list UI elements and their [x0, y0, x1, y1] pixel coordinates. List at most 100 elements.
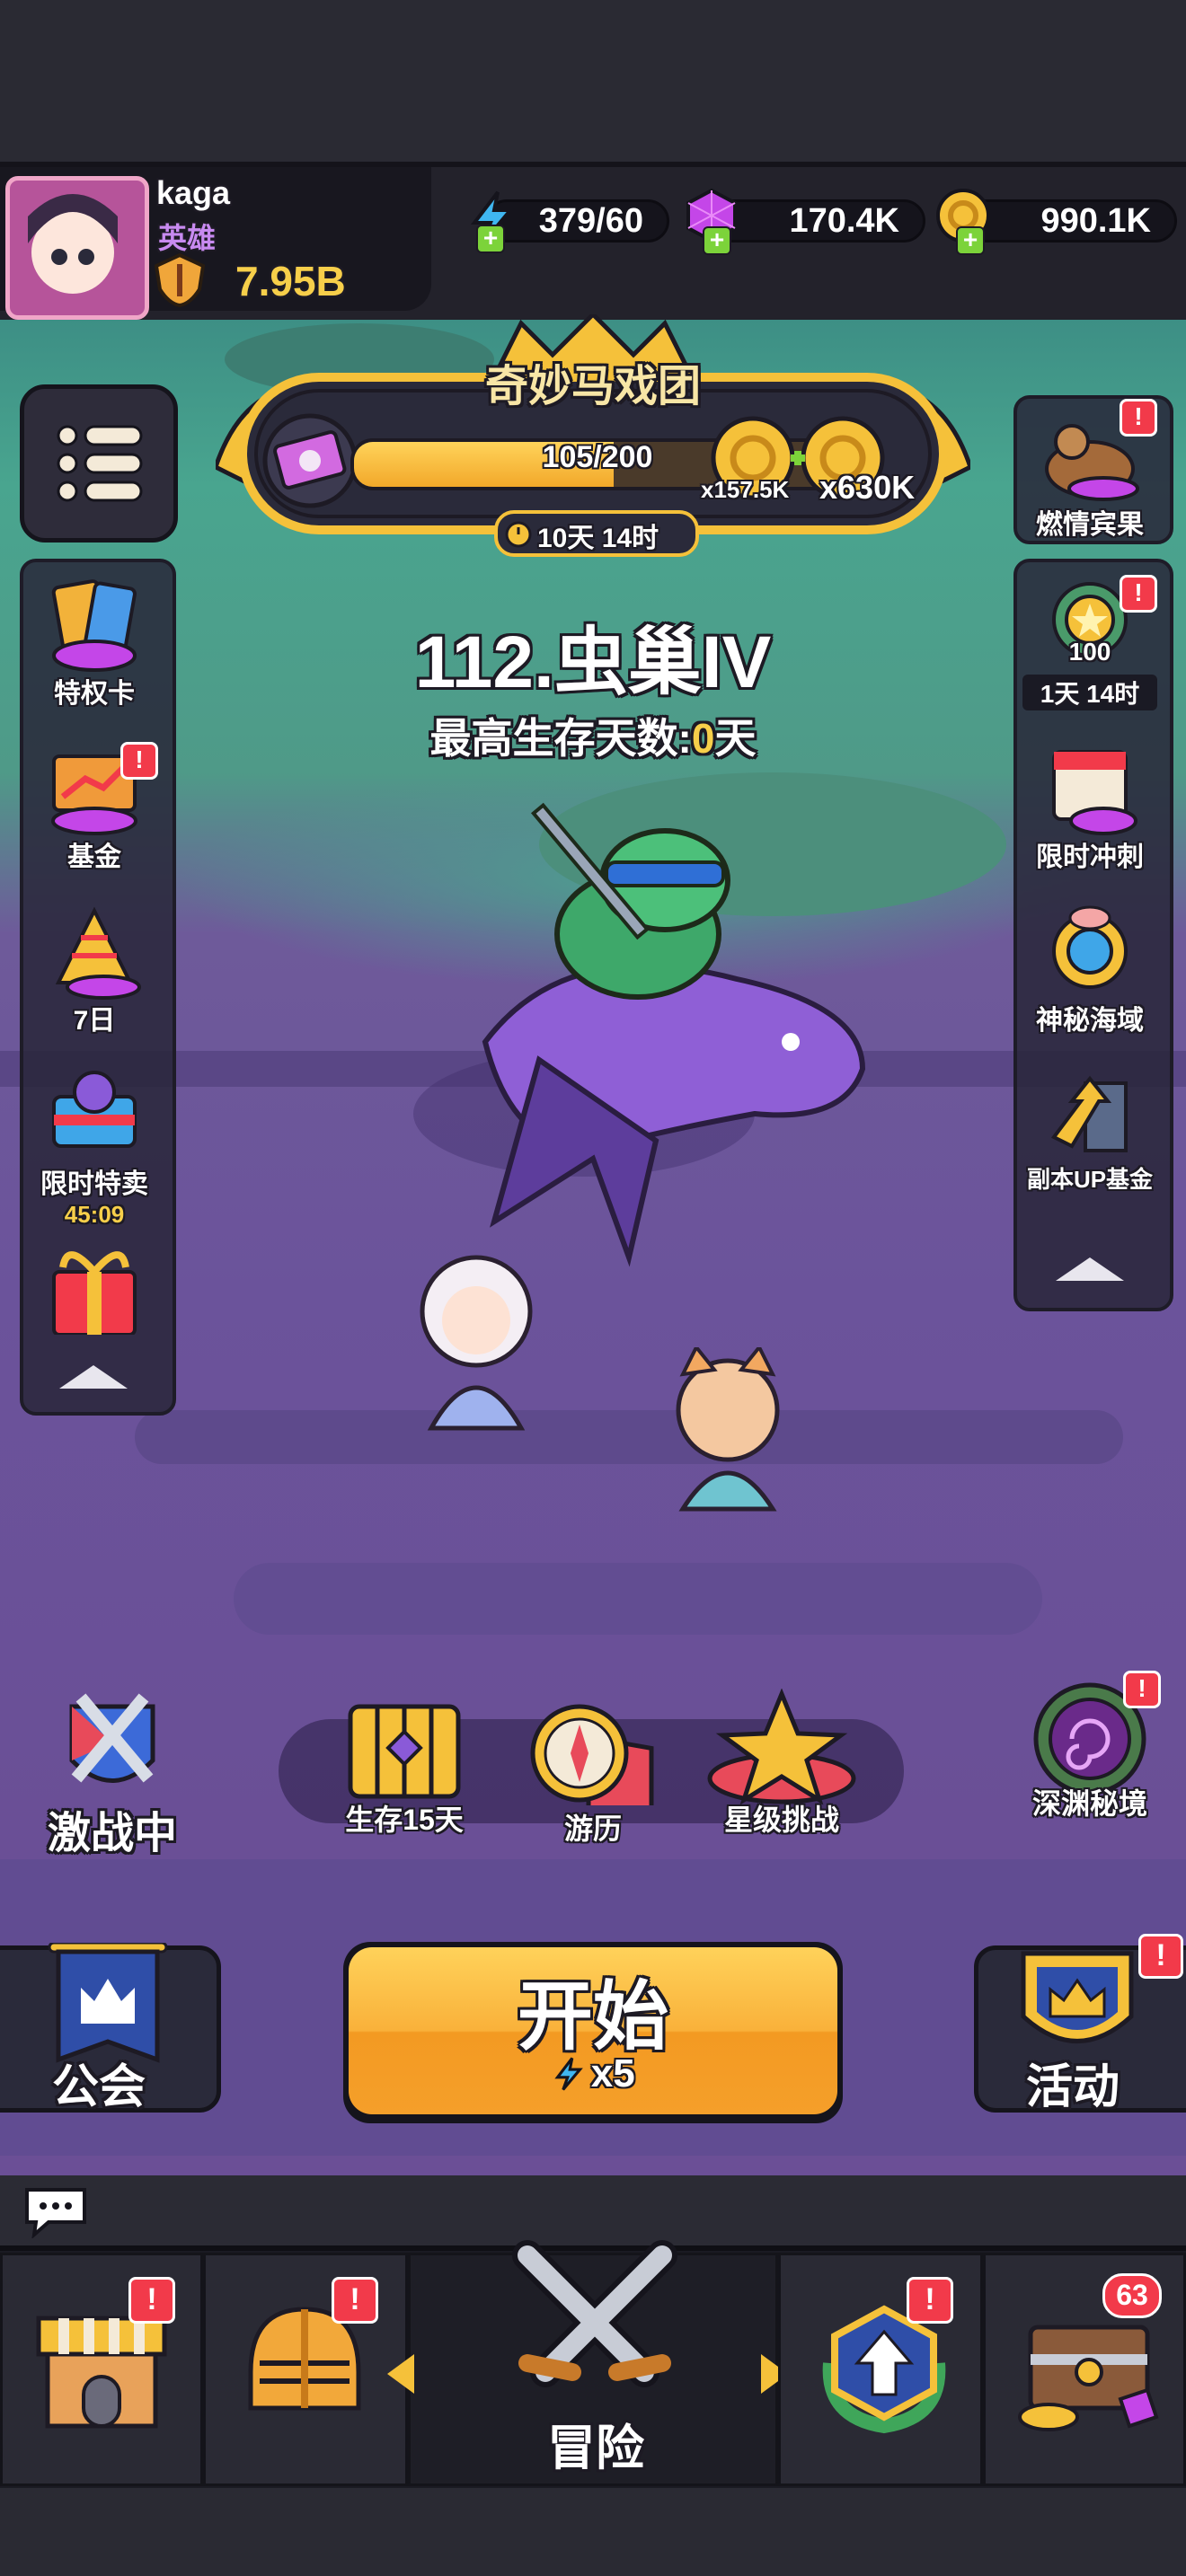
gem-counter[interactable]: 170.4K: [710, 199, 925, 243]
survival-label: 最高生存天数:: [429, 715, 692, 762]
start-label: 开始: [517, 1974, 668, 2059]
activity-alert-badge: !: [1138, 1934, 1183, 1979]
upgrade-alert-badge: !: [907, 2277, 953, 2324]
right-sidebar-collapse-button[interactable]: [1056, 1257, 1124, 1281]
equipment-alert-badge: !: [332, 2277, 378, 2324]
guild-button[interactable]: 公会: [0, 1943, 221, 2113]
coin-counter[interactable]: 990.1K: [963, 199, 1177, 243]
sidebar-item-bingo[interactable]: ! 燃情宾果: [1022, 399, 1157, 542]
star-cushion-icon: [707, 1688, 856, 1805]
hero-characters-illustration: [413, 802, 866, 1267]
mystic-sea-label: 神秘海域: [1036, 1006, 1144, 1036]
sidebar-item-dungeon-up-fund[interactable]: 副本UP基金: [1022, 1065, 1157, 1195]
coin-value: 990.1K: [1040, 201, 1151, 240]
start-cost-value: x5: [590, 2051, 635, 2095]
player-card[interactable]: kaga 英雄 7.95B: [0, 167, 431, 320]
sidebar-item-seven-day[interactable]: 7日: [27, 902, 162, 1037]
limited-sprint-label: 限时冲刺: [1036, 842, 1144, 872]
nav-tab-equipment[interactable]: !: [203, 2253, 408, 2486]
menu-button[interactable]: [20, 384, 178, 543]
left-sidebar-collapse-button[interactable]: [59, 1365, 128, 1389]
start-cost: x5: [343, 2051, 843, 2096]
start-button[interactable]: 开始 x5: [343, 1942, 843, 2123]
travel-button[interactable]: 游历: [512, 1698, 674, 1848]
sidebar-item-limited-sale[interactable]: 限时特卖 45:09: [27, 1065, 162, 1229]
nav-left-arrow-icon[interactable]: [387, 2354, 414, 2394]
limited-sale-timer: 45:09: [64, 1201, 125, 1228]
sidebar-item-mystic-sea[interactable]: 神秘海域: [1022, 902, 1157, 1037]
survival-days-value: 0: [691, 715, 715, 762]
seven-day-party-icon: [55, 906, 141, 1000]
seven-day-label: 7日: [73, 1006, 116, 1036]
energy-bolt-icon: [554, 2057, 584, 2091]
fox-girl-character: [676, 1347, 780, 1512]
gate-chest-icon: [348, 1704, 461, 1799]
gem-add-button[interactable]: +: [703, 226, 731, 255]
bottom-safe-area: [0, 2488, 1186, 2576]
stage-title: 112.虫巢IV: [414, 622, 772, 703]
avatar[interactable]: [5, 176, 149, 320]
compass-map-icon: [530, 1704, 654, 1823]
nav-tab-upgrade[interactable]: !: [778, 2253, 983, 2486]
privilege-card-label: 特权卡: [54, 679, 135, 709]
event-title: 奇妙马戏团: [484, 363, 701, 410]
event-timer-text: 10天 14时: [537, 524, 659, 553]
sidebar-item-gift[interactable]: [27, 1236, 162, 1335]
fund-label: 基金: [67, 842, 121, 872]
crossed-swords-shield-icon: [69, 1693, 155, 1783]
star-challenge-button[interactable]: 星级挑战: [696, 1688, 867, 1839]
stage-best-survival: 最高生存天数:0天: [0, 706, 1186, 765]
bingo-label: 燃情宾果: [1036, 510, 1144, 540]
travel-label: 游历: [563, 1813, 622, 1845]
privilege-card-icon: [51, 579, 137, 672]
shop-alert-badge: !: [128, 2277, 175, 2324]
sidebar-item-privilege-card[interactable]: 特权卡: [27, 575, 162, 710]
mystic-sea-icon: [1052, 905, 1128, 989]
event-timer: 10天 14时: [494, 510, 699, 557]
battle-status-label: 激战中: [47, 1810, 177, 1857]
power-shield-icon: [155, 253, 205, 307]
gift-box-icon: [52, 1251, 137, 1335]
nav-tab-treasure[interactable]: 63: [983, 2253, 1186, 2486]
sidebar-item-limited-sprint[interactable]: 限时冲刺: [1022, 738, 1157, 874]
circus-ticket-icon: [262, 413, 358, 508]
battle-status-button[interactable]: 激战中: [27, 1689, 198, 1860]
survive-15-days-button[interactable]: 生存15天: [323, 1689, 485, 1839]
sidebar-item-fund[interactable]: ! 基金: [27, 738, 162, 874]
list-menu-icon: [57, 425, 143, 502]
bingo-alert-badge: !: [1120, 399, 1157, 437]
player-title: 英雄: [158, 222, 217, 254]
event-banner[interactable]: 奇妙马戏团 105/200 x157.5K x630K 10天 14时: [216, 314, 970, 557]
chat-strip[interactable]: [0, 2175, 1186, 2247]
avatar-portrait-icon: [28, 194, 118, 294]
player-power: 7.95B: [235, 258, 346, 304]
limited-sale-icon: [52, 1071, 137, 1148]
survive-label: 生存15天: [345, 1804, 464, 1836]
adventure-label: 冒险: [547, 2422, 644, 2475]
treasure-count-badge: 63: [1102, 2273, 1162, 2318]
star-medal-count: 100: [1068, 638, 1111, 666]
chat-bubble-icon[interactable]: [22, 2184, 90, 2238]
crossed-swords-icon: [512, 2240, 677, 2387]
nav-tab-adventure[interactable]: 冒险: [387, 2240, 788, 2486]
princess-character: [420, 1255, 533, 1431]
gem-value: 170.4K: [789, 201, 899, 240]
dungeon-up-fund-label: 副本UP基金: [1026, 1166, 1154, 1193]
dungeon-up-fund-icon: [1050, 1075, 1128, 1152]
coin-add-button[interactable]: +: [956, 226, 985, 255]
star-medal-timer: 1天 14时: [1022, 675, 1157, 710]
sidebar-item-star-medal[interactable]: ! 100 1天 14时: [1022, 575, 1157, 710]
player-name: kaga: [156, 174, 231, 211]
calendar-sprint-icon: [1052, 750, 1137, 835]
abyss-alert-badge: !: [1123, 1671, 1161, 1708]
energy-add-button[interactable]: +: [476, 225, 505, 253]
activity-button[interactable]: ! 活动: [974, 1934, 1186, 2113]
abyss-realm-button[interactable]: ! 深渊秘境: [1005, 1671, 1175, 1822]
event-reward-large: x630K: [819, 469, 916, 506]
fund-alert-badge: !: [120, 742, 158, 780]
guild-label: 公会: [51, 2061, 146, 2113]
star-medal-alert-badge: !: [1120, 575, 1157, 613]
energy-value: 379/60: [538, 201, 643, 240]
activity-label: 活动: [1025, 2061, 1120, 2113]
nav-tab-shop[interactable]: !: [0, 2253, 203, 2486]
